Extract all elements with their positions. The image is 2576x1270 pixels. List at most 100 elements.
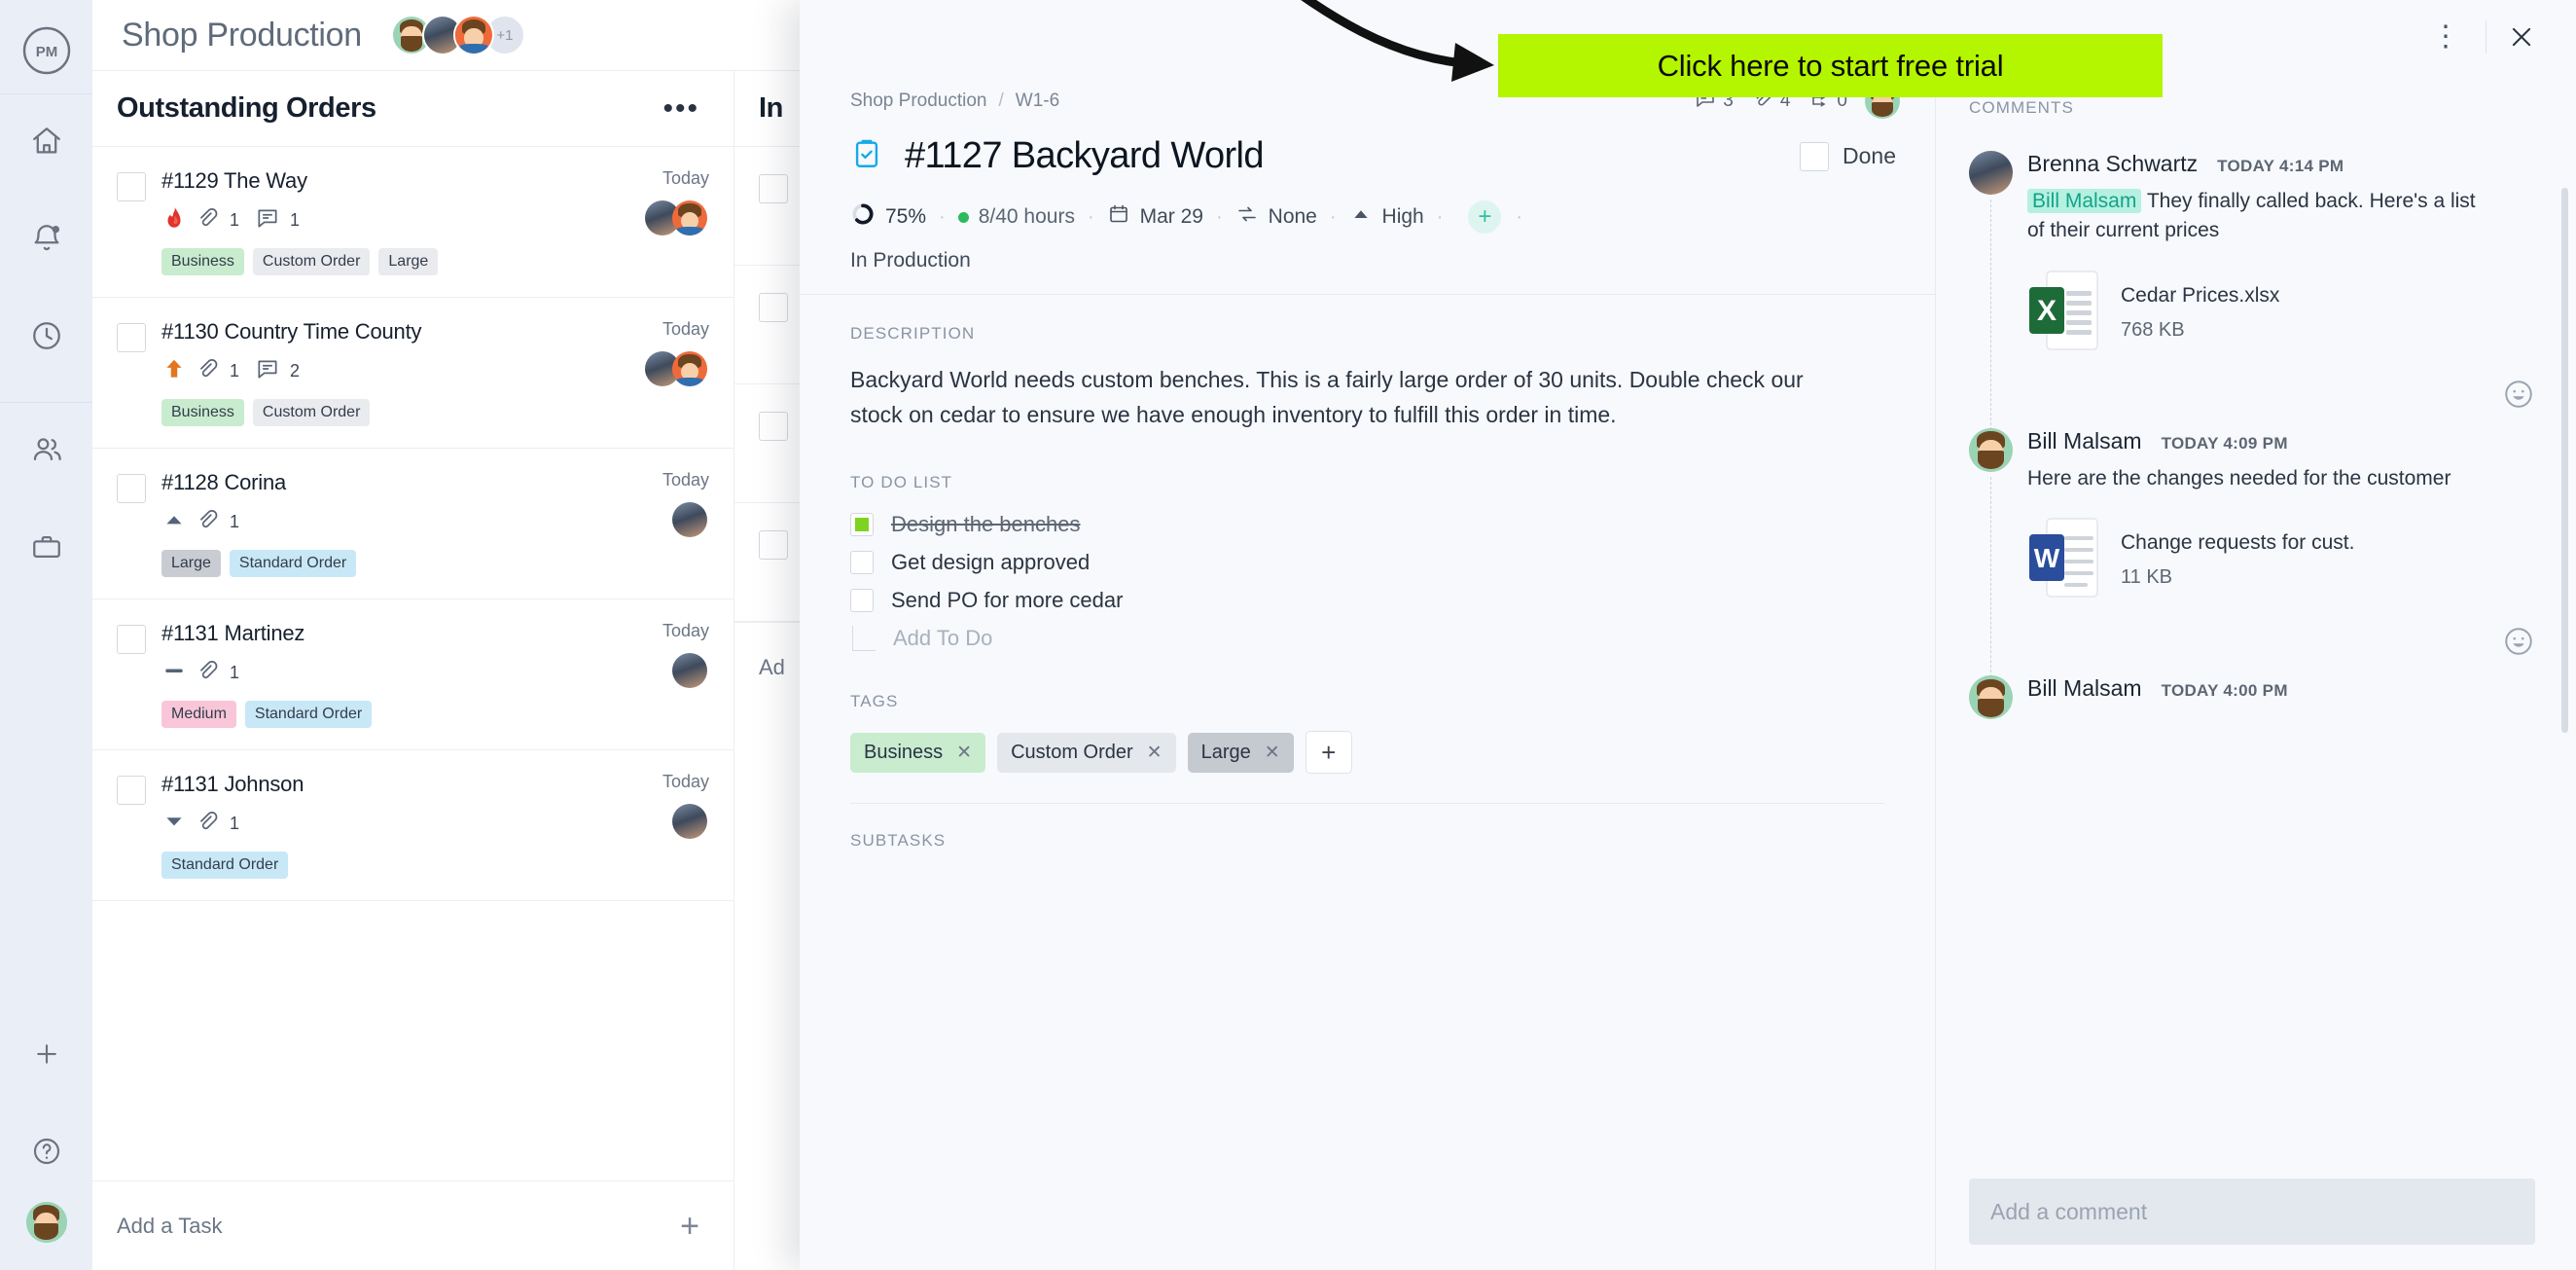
- task-checkbox[interactable]: [117, 625, 146, 654]
- board-members-avatars[interactable]: +1: [390, 15, 525, 55]
- attachment-name[interactable]: Change requests for cust.: [2121, 531, 2354, 555]
- comment-attachment[interactable]: W Change requests for cust. 11 KB: [2027, 517, 2535, 603]
- task-checkbox[interactable]: [759, 174, 788, 203]
- add-task-plus-icon[interactable]: +: [680, 1210, 699, 1243]
- todo-item[interactable]: Design the benches: [850, 512, 1884, 537]
- task-row[interactable]: #1131 Martinez 1 Medium Standard Order T…: [92, 599, 733, 750]
- avatar: [670, 802, 709, 841]
- add-new-button[interactable]: [0, 1007, 92, 1105]
- task-tag[interactable]: Standard Order: [161, 852, 289, 879]
- task-checkbox[interactable]: [117, 474, 146, 503]
- todo-checkbox[interactable]: [850, 551, 874, 575]
- task-date: Today: [662, 470, 709, 490]
- comments-scrollbar[interactable]: [2561, 188, 2568, 733]
- attachment-meta: Change requests for cust. 11 KB: [2121, 531, 2354, 589]
- task-row[interactable]: #1128 Corina 1 Large Standard Order Toda…: [92, 449, 733, 599]
- todo-item[interactable]: Get design approved: [850, 550, 1884, 575]
- breadcrumb-project[interactable]: Shop Production: [850, 91, 987, 112]
- task-tag[interactable]: Custom Order: [252, 399, 371, 426]
- task-row[interactable]: #1130 Country Time County 1 2 Business C…: [92, 298, 733, 449]
- breadcrumb-sprint[interactable]: W1-6: [1016, 91, 1059, 112]
- task-assignees[interactable]: [662, 802, 709, 841]
- todo-checkbox[interactable]: [850, 513, 874, 537]
- emoji-reaction-icon[interactable]: [2502, 625, 2535, 658]
- task-assignees[interactable]: [662, 500, 709, 539]
- column-menu-icon[interactable]: •••: [662, 93, 699, 123]
- comment-text: Here are the changes needed for the cust…: [2027, 464, 2485, 493]
- comment-attachment[interactable]: X Cedar Prices.xlsx 768 KB: [2027, 270, 2535, 356]
- add-comment-input[interactable]: [1990, 1198, 2514, 1225]
- task-checkbox[interactable]: [117, 323, 146, 352]
- sidebar-item-time[interactable]: [0, 289, 92, 386]
- hours-property[interactable]: 8/40 hours: [957, 205, 1075, 229]
- current-user-avatar[interactable]: [25, 1202, 67, 1243]
- comments-pane: COMMENTS Brenna Schwartz TODAY 4:14 PM B…: [1936, 73, 2576, 1270]
- tag-chip[interactable]: Custom Order ✕: [997, 732, 1176, 773]
- done-checkbox[interactable]: [1800, 141, 1830, 171]
- add-todo-row[interactable]: Add To Do: [850, 626, 1884, 652]
- priority-property[interactable]: High: [1349, 202, 1424, 232]
- task-assignees[interactable]: [643, 349, 709, 388]
- sidebar-item-notifications[interactable]: [0, 192, 92, 289]
- avatar[interactable]: [1969, 675, 2013, 720]
- tag-label: Business: [864, 741, 944, 763]
- tag-remove-icon[interactable]: ✕: [1147, 742, 1163, 764]
- emoji-reaction-icon[interactable]: [2502, 378, 2535, 411]
- progress-property[interactable]: 75%: [850, 201, 926, 233]
- task-checkbox[interactable]: [759, 293, 788, 322]
- task-checkbox[interactable]: [117, 172, 146, 201]
- task-checkbox[interactable]: [759, 530, 788, 560]
- sidebar-item-projects[interactable]: [0, 500, 92, 598]
- attachment-name[interactable]: Cedar Prices.xlsx: [2121, 284, 2279, 308]
- tag-chip[interactable]: Business ✕: [850, 732, 986, 773]
- task-status[interactable]: In Production: [850, 249, 1884, 272]
- task-checkbox[interactable]: [117, 776, 146, 805]
- todo-item[interactable]: Send PO for more cedar: [850, 588, 1884, 613]
- comment-timestamp: TODAY 4:14 PM: [2217, 157, 2344, 175]
- tag-remove-icon[interactable]: ✕: [1265, 742, 1280, 764]
- comment-mention[interactable]: Bill Malsam: [2027, 189, 2142, 213]
- task-assignees[interactable]: [643, 199, 709, 237]
- assignees[interactable]: +: [1455, 199, 1504, 236]
- add-tag-button[interactable]: +: [1305, 731, 1352, 775]
- task-assignees[interactable]: [662, 651, 709, 690]
- description-text[interactable]: Backyard World needs custom benches. Thi…: [850, 363, 1833, 432]
- add-task-row[interactable]: Add a Task +: [92, 1180, 733, 1270]
- tag-chip[interactable]: Large ✕: [1187, 732, 1294, 773]
- comments-fade-overlay: [1936, 1085, 2576, 1179]
- tag-remove-icon[interactable]: ✕: [956, 742, 972, 764]
- task-tag[interactable]: Business: [161, 399, 244, 426]
- task-tag[interactable]: Standard Order: [229, 550, 357, 577]
- help-button[interactable]: [0, 1105, 92, 1202]
- task-tag[interactable]: Business: [161, 248, 244, 275]
- task-tag[interactable]: Custom Order: [252, 248, 371, 275]
- task-row[interactable]: #1131 Johnson 1 Standard Order Today: [92, 750, 733, 901]
- avatar[interactable]: [1969, 427, 2013, 472]
- sidebar-item-home[interactable]: [0, 94, 92, 192]
- task-tag[interactable]: Large: [378, 248, 439, 275]
- due-date-property[interactable]: Mar 29: [1107, 202, 1203, 232]
- close-icon[interactable]: [2500, 16, 2543, 58]
- sidebar-item-people[interactable]: [0, 403, 92, 500]
- svg-text:W: W: [2034, 543, 2060, 573]
- tree-elbow-icon: [852, 626, 876, 652]
- task-row[interactable]: #1129 The Way 1 1 Business Custom Order …: [92, 147, 733, 298]
- repeat-property[interactable]: None: [1235, 202, 1317, 232]
- add-assignee-button[interactable]: +: [1466, 199, 1504, 236]
- modal-more-options-icon[interactable]: ⋮: [2419, 11, 2472, 63]
- add-comment-box[interactable]: [1969, 1179, 2535, 1245]
- task-checkbox[interactable]: [759, 412, 788, 441]
- free-trial-banner[interactable]: Click here to start free trial: [1498, 34, 2163, 97]
- comments-list[interactable]: Brenna Schwartz TODAY 4:14 PM Bill Malsa…: [1936, 118, 2576, 1179]
- task-tag[interactable]: Large: [161, 550, 221, 577]
- detail-scroll-area[interactable]: DESCRIPTION Backyard World needs custom …: [800, 294, 1935, 1270]
- task-tag[interactable]: Standard Order: [244, 701, 373, 728]
- task-tag[interactable]: Medium: [161, 701, 236, 728]
- dash-icon: [161, 658, 187, 688]
- task-tags: Business Custom Order Large: [161, 248, 709, 275]
- avatar[interactable]: [1969, 151, 2013, 195]
- description-section: DESCRIPTION Backyard World needs custom …: [800, 295, 1935, 432]
- done-toggle[interactable]: Done: [1800, 141, 1896, 171]
- app-logo[interactable]: PM: [19, 23, 74, 78]
- todo-checkbox[interactable]: [850, 589, 874, 613]
